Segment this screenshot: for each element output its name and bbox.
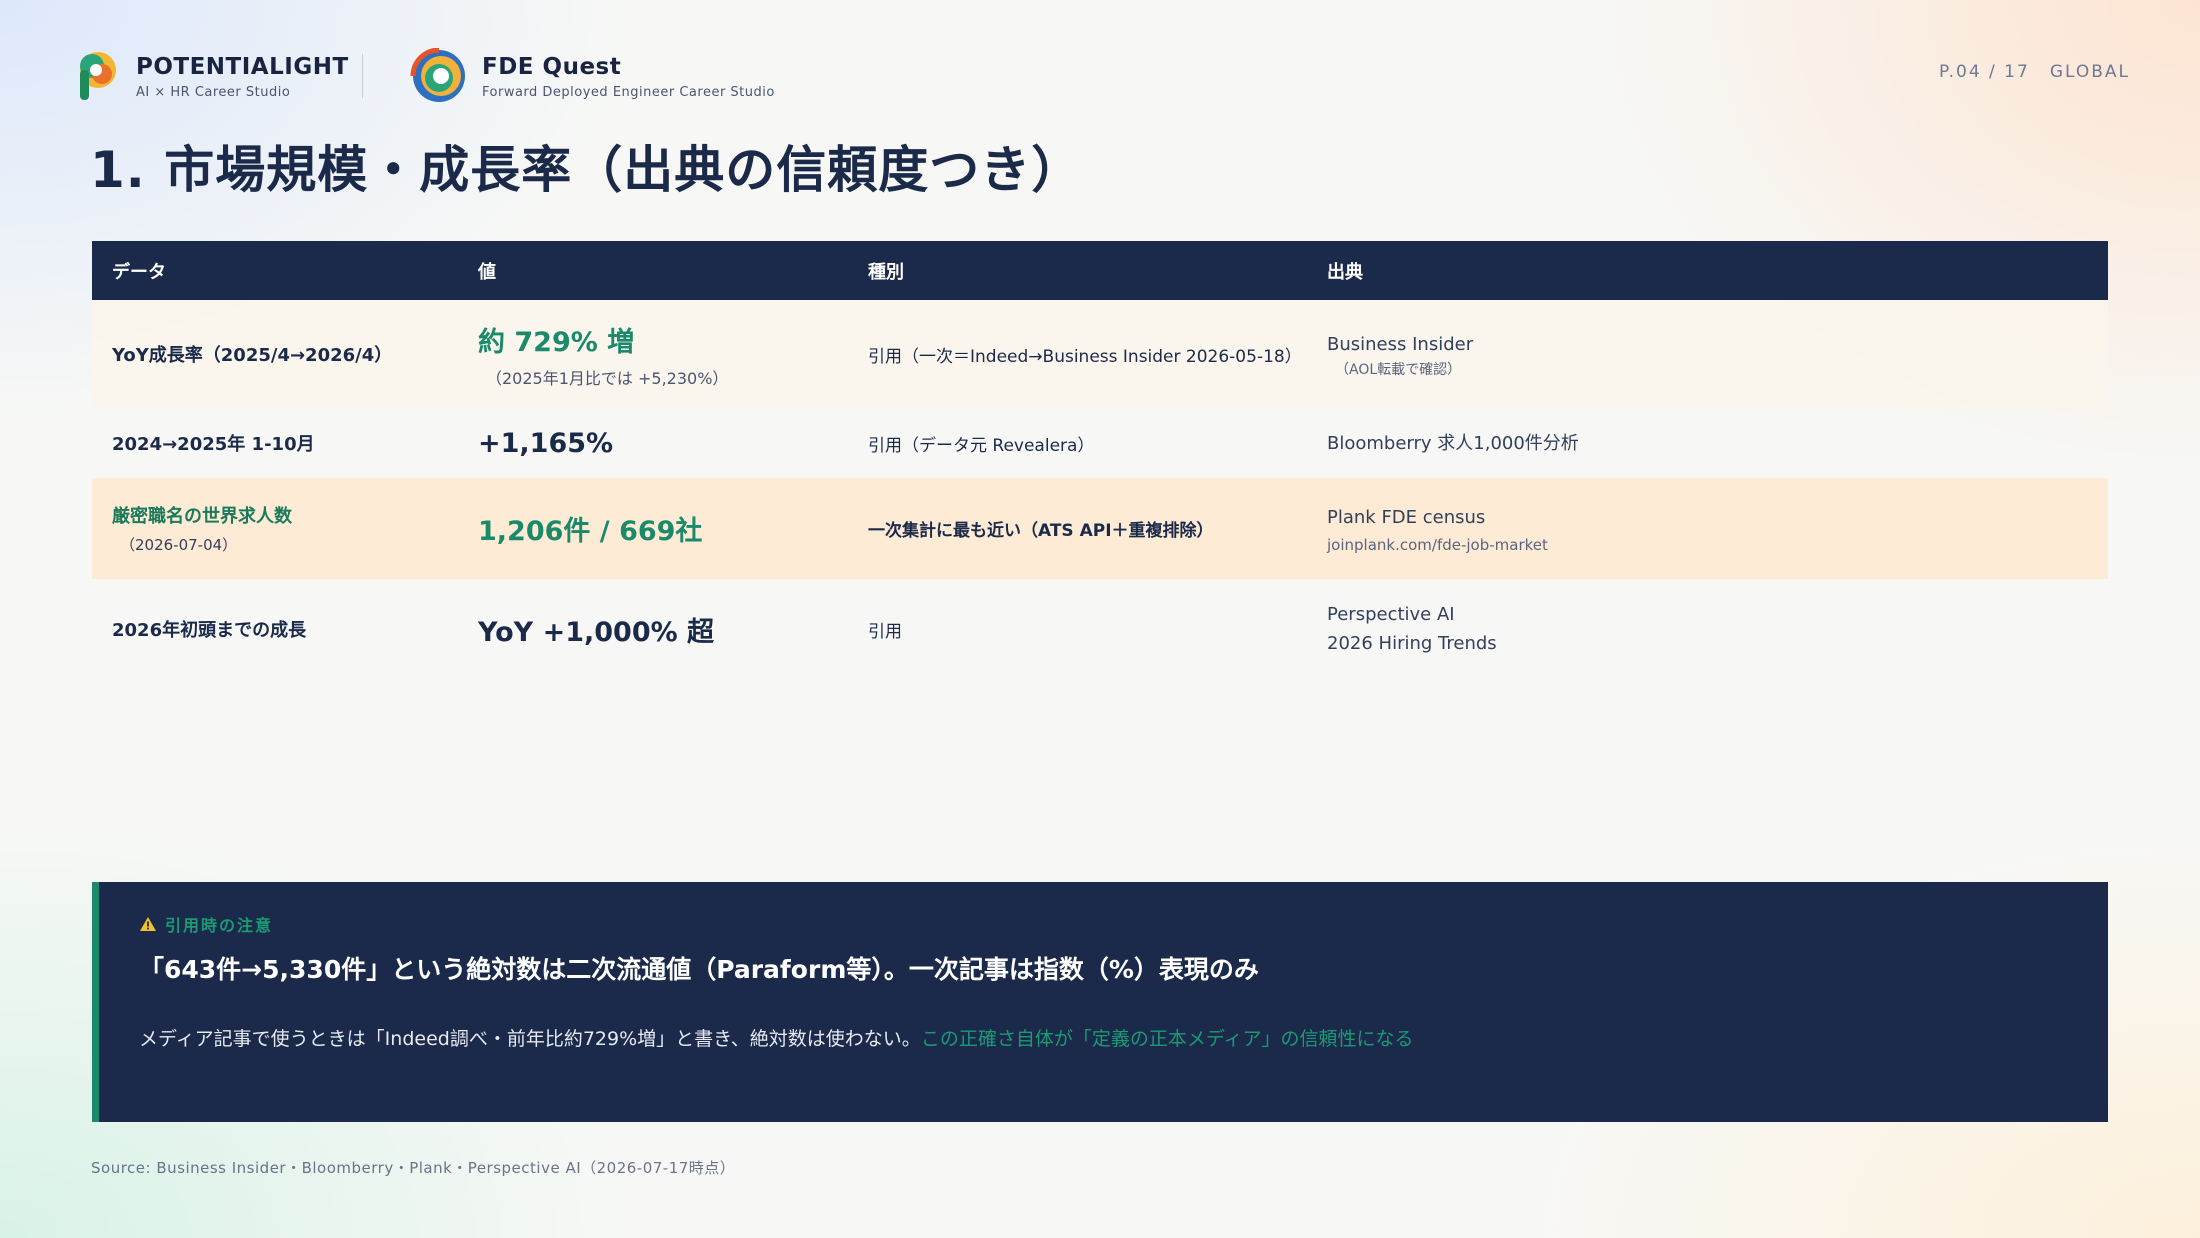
fde-quest-logo-icon xyxy=(410,48,465,102)
row-source: Business Insider xyxy=(1327,333,1474,355)
brand-tagline: Forward Deployed Engineer Career Studio xyxy=(482,84,775,100)
table-row: 2024→2025年 1-10月 +1,165% 引用（データ元 Reveale… xyxy=(92,408,2108,478)
data-table: データ 値 種別 出典 YoY成長率（2025/4→2026/4） 約 729%… xyxy=(92,241,2108,679)
header: POTENTIALIGHT AI × HR Career Studio FDE … xyxy=(70,48,2130,108)
caution-body-text: メディア記事で使うときは「Indeed調べ・前年比約729%増」と書き、絶対数は… xyxy=(139,1028,921,1050)
row-source-note: （AOL転載で確認） xyxy=(1335,361,1462,378)
row-source: Plank FDE census xyxy=(1327,507,1486,528)
caution-tag: 引用時の注意 xyxy=(139,912,273,936)
brand-tagline: AI × HR Career Studio xyxy=(136,84,291,100)
row-label: 2026年初頭までの成長 xyxy=(112,620,307,641)
source-footnote: Source: Business Insider・Bloomberry・Plan… xyxy=(91,1159,736,1177)
page-title: 1. 市場規模・成長率（出典の信頼度つき） xyxy=(90,141,1083,199)
brand-name: POTENTIALIGHT xyxy=(136,53,349,80)
column-header: データ xyxy=(112,261,166,283)
brand-fde-quest[interactable]: FDE Quest Forward Deployed Engineer Care… xyxy=(406,48,775,104)
row-label-date: （2026-07-04） xyxy=(120,536,238,554)
column-header: 種別 xyxy=(868,261,904,283)
caution-title: 「643件→5,330件」という絶対数は二次流通値（Paraform等）。一次記… xyxy=(139,955,1259,984)
column-header: 出典 xyxy=(1327,261,1363,283)
row-kind: 引用（一次＝Indeed→Business Insider 2026-05-18… xyxy=(868,346,1302,367)
row-label: YoY成長率（2025/4→2026/4） xyxy=(112,345,393,366)
row-label: 厳密職名の世界求人数 xyxy=(112,506,292,527)
row-kind: 引用 xyxy=(868,621,902,642)
page-number: P.04 / 17 xyxy=(1939,62,2030,82)
table-row: YoY成長率（2025/4→2026/4） 約 729% 増 （2025年1月比… xyxy=(92,300,2108,408)
header-divider xyxy=(362,54,363,98)
caution-tag-label: 引用時の注意 xyxy=(165,916,274,935)
row-value: +1,165% xyxy=(478,427,614,459)
column-header: 値 xyxy=(478,261,496,283)
row-kind: 一次集計に最も近い（ATS API＋重複排除） xyxy=(868,521,1214,541)
warning-icon xyxy=(140,917,156,931)
row-kind: 引用（データ元 Revealera） xyxy=(868,435,1095,456)
brand-name: FDE Quest xyxy=(482,53,622,80)
region-label: GLOBAL xyxy=(2049,62,2130,82)
row-label: 2024→2025年 1-10月 xyxy=(112,434,315,455)
row-value: 約 729% 増 xyxy=(478,326,635,358)
citation-caution-box: 引用時の注意 「643件→5,330件」という絶対数は二次流通値（Parafor… xyxy=(92,882,2108,1122)
potentialight-logo-icon xyxy=(80,52,116,100)
row-source-url: joinplank.com/fde-job-market xyxy=(1327,536,1548,554)
row-source: Bloomberry 求人1,000件分析 xyxy=(1327,432,1579,454)
caution-body: メディア記事で使うときは「Indeed調べ・前年比約729%増」と書き、絶対数は… xyxy=(139,1024,1413,1051)
row-value: YoY +1,000% 超 xyxy=(478,616,715,648)
page-indicator: P.04 / 17 GLOBAL xyxy=(1919,62,2130,82)
brand-potentialight[interactable]: POTENTIALIGHT AI × HR Career Studio xyxy=(70,48,349,104)
table-header: データ 値 種別 出典 xyxy=(92,241,2108,300)
table-row-highlighted: 厳密職名の世界求人数 （2026-07-04） 1,206件 / 669社 一次… xyxy=(92,478,2108,579)
row-source: Perspective AI xyxy=(1327,604,1455,625)
row-source-detail: 2026 Hiring Trends xyxy=(1327,633,1497,654)
row-value-note: （2025年1月比では +5,230%） xyxy=(486,368,729,388)
caution-highlight: この正確さ自体が「定義の正本メディア」の信頼性になる xyxy=(920,1028,1414,1050)
row-value: 1,206件 / 669社 xyxy=(478,516,703,547)
table-row: 2026年初頭までの成長 YoY +1,000% 超 引用 Perspectiv… xyxy=(92,579,2108,679)
